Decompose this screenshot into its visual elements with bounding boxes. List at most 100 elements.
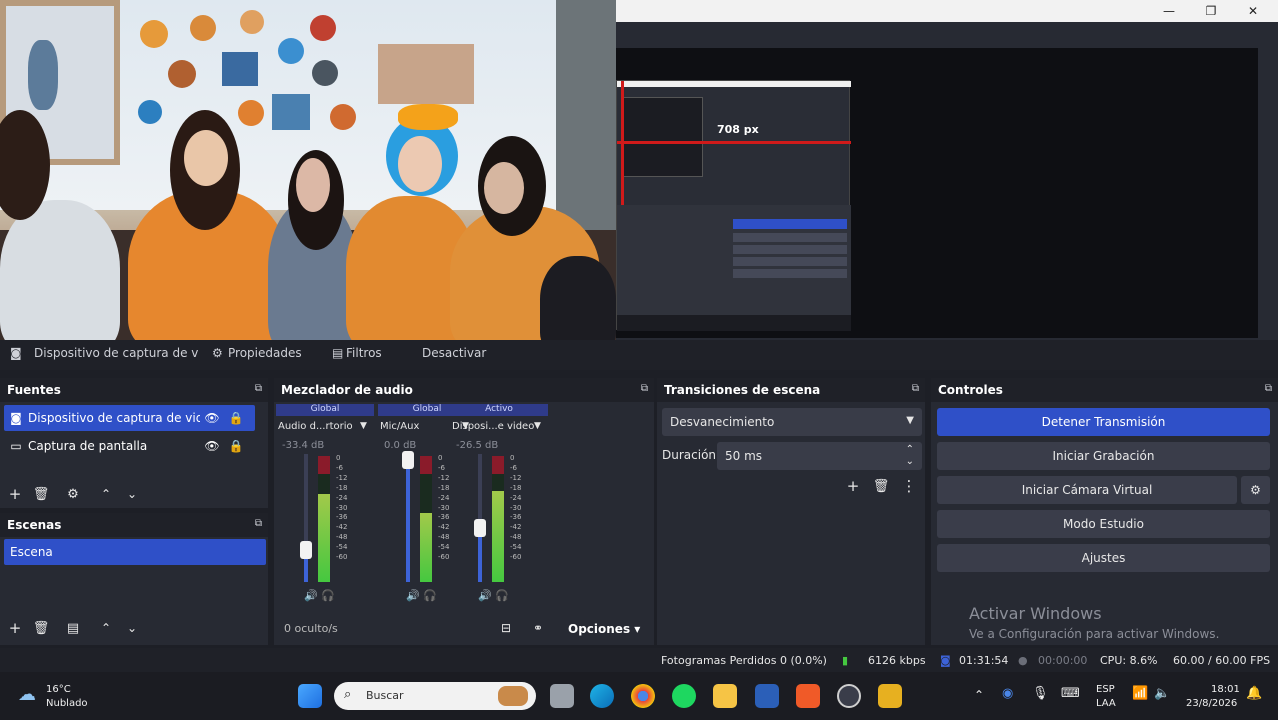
wifi-icon[interactable]: 📶 [1132,686,1148,701]
eye-icon[interactable]: 👁 [200,411,224,425]
virtual-camera-settings-button[interactable]: ⚙ [1241,476,1270,504]
undock-icon[interactable]: ⧉ [1265,383,1272,394]
channel-name[interactable]: Mic/Aux [380,421,419,432]
transition-menu-button[interactable]: ⋮ [899,476,919,496]
windows-start-icon[interactable] [298,684,322,708]
file-explorer-icon[interactable] [713,684,737,708]
search-box[interactable]: ⌕ Buscar [334,682,536,710]
volume-slider[interactable] [304,454,308,582]
notification-icon[interactable]: 🔔 [1246,686,1262,701]
channel-name[interactable]: Disposi...e video [452,421,534,432]
language-region[interactable]: LAA [1096,698,1116,709]
headphones-icon[interactable]: 🎧 [495,589,509,602]
volume-slider[interactable] [406,454,410,582]
speaker-icon[interactable]: 🔈 [1154,686,1170,701]
clock-time[interactable]: 18:01 [1211,684,1240,695]
properties-button[interactable]: Propiedades [228,346,302,360]
remove-source-button[interactable]: 🗑 [31,484,51,504]
source-settings-button[interactable]: ⚙ [63,484,83,504]
source-item-screen-capture[interactable]: ▭ Captura de pantalla 👁 🔒 [4,433,255,459]
obs-icon[interactable] [837,684,861,708]
move-down-button[interactable]: ⌄ [122,484,142,504]
spin-up-icon[interactable]: ⌃ [906,444,914,455]
db-tick: -24 [336,493,348,502]
status-bar: Fotogramas Perdidos 0 (0.0%) ▮ 6126 kbps… [0,648,1278,672]
move-down-button[interactable]: ⌄ [122,618,142,638]
maximize-button[interactable]: ❐ [1190,0,1232,22]
search-icon: ⌕ [344,687,352,702]
extra-app-icon[interactable] [878,684,902,708]
spotify-icon[interactable] [672,684,696,708]
add-source-button[interactable]: + [5,484,25,504]
add-transition-button[interactable]: + [843,476,863,496]
cloud-icon: ☁ [18,684,36,705]
filters-button[interactable]: Filtros [346,346,382,360]
clock-date[interactable]: 23/8/2026 [1186,698,1237,709]
move-up-button[interactable]: ⌃ [96,618,116,638]
headphones-icon[interactable]: 🎧 [321,589,335,602]
preview-area[interactable]: 708 px [616,22,1278,352]
lock-icon[interactable]: 🔒 [224,411,248,425]
lock-icon[interactable]: 🔒 [224,439,248,453]
db-tick: -54 [336,543,348,552]
activate-windows-title: Activar Windows [969,604,1102,623]
eye-icon[interactable]: 👁 [200,439,224,453]
keyboard-icon[interactable]: ⌨ [1061,686,1080,701]
duration-field[interactable]: 50 ms ⌃ ⌄ [717,442,922,470]
move-up-button[interactable]: ⌃ [96,484,116,504]
add-scene-button[interactable]: + [5,618,25,638]
deactivate-button[interactable]: Desactivar [422,346,486,360]
record-time: 00:00:00 [1038,654,1088,667]
db-scale: 0 -6 -12 -18 -24 -30 -36 -42 -48 -54 -60 [438,454,449,563]
close-button[interactable]: ✕ [1232,0,1274,22]
volume-knob[interactable] [402,451,414,469]
speaker-icon[interactable]: 🔊 [478,589,492,602]
undock-icon[interactable]: ⧉ [912,383,919,394]
speaker-icon[interactable]: 🔊 [406,589,420,602]
undock-icon[interactable]: ⧉ [641,383,648,394]
task-view-icon[interactable] [550,684,574,708]
db-tick: -24 [510,493,522,502]
db-tick: 0 [438,454,443,462]
undock-icon[interactable]: ⧉ [255,383,262,394]
minimize-button[interactable]: — [1148,0,1190,22]
scene-item[interactable]: Escena [4,539,266,565]
brave-icon[interactable] [796,684,820,708]
headphones-icon[interactable]: 🎧 [423,589,437,602]
source-item-video-capture[interactable]: ◙ Dispositivo de captura de video 👁 🔒 [4,405,255,431]
word-icon[interactable] [755,684,779,708]
microphone-icon[interactable]: 🎙 [1032,686,1049,701]
speaker-icon[interactable]: 🔊 [304,589,318,602]
start-recording-button[interactable]: Iniciar Grabación [937,442,1270,470]
mixer-link-button[interactable]: ⚭ [528,618,548,638]
edge-icon[interactable] [590,684,614,708]
spin-down-icon[interactable]: ⌄ [906,456,914,467]
remove-scene-button[interactable]: 🗑 [31,618,51,638]
mixer-layout-button[interactable]: ⊟ [496,618,516,638]
db-tick: -54 [510,543,522,552]
channel-name[interactable]: Audio d...rtorio [278,421,353,432]
options-button[interactable]: Opciones ▾ [568,622,640,636]
volume-slider[interactable] [478,454,482,582]
stream-icon: ◙ [940,654,951,667]
scene-filters-button[interactable]: ▤ [63,618,83,638]
start-virtual-camera-button[interactable]: Iniciar Cámara Virtual [937,476,1237,504]
dropped-frames: Fotogramas Perdidos 0 (0.0%) [661,654,827,667]
level-meter [318,456,330,582]
studio-mode-button[interactable]: Modo Estudio [937,510,1270,538]
language-code[interactable]: ESP [1096,684,1115,695]
undock-icon[interactable]: ⧉ [255,518,262,529]
chrome-icon[interactable] [631,684,655,708]
chevron-down-icon[interactable]: ▼ [534,421,541,431]
remove-transition-button[interactable]: 🗑 [871,476,891,496]
gear-icon: ⚙ [212,346,223,360]
transition-select[interactable]: Desvanecimiento ▼ [662,408,922,436]
chevron-down-icon[interactable]: ▼ [360,421,367,431]
volume-knob[interactable] [474,519,486,537]
tray-app-icon[interactable]: ◉ [1002,686,1013,701]
stop-streaming-button[interactable]: Detener Transmisión [937,408,1270,436]
settings-button[interactable]: Ajustes [937,544,1270,572]
preview-canvas[interactable]: 708 px [616,48,1258,338]
volume-knob[interactable] [300,541,312,559]
chevron-up-icon[interactable]: ⌃ [974,688,984,702]
